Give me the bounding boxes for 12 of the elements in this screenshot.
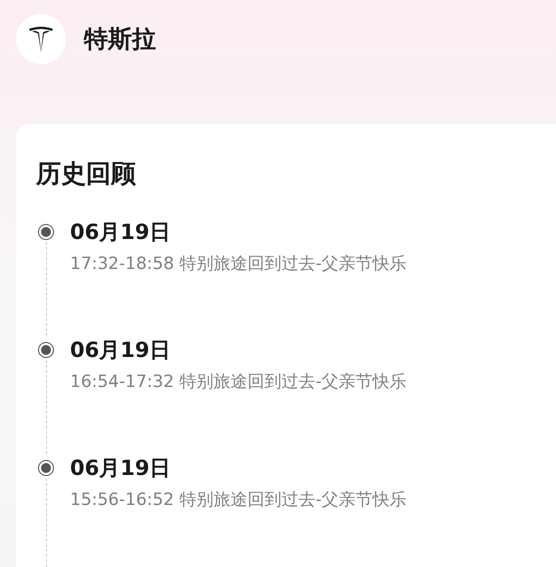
timeline-dot: [38, 460, 54, 476]
entry-date: 06月19日: [70, 219, 172, 246]
entry-detail: 16:54-17:32 特别旅途回到过去-父亲节快乐: [70, 371, 407, 394]
page-title: 特斯拉: [84, 24, 156, 55]
entry-detail: 17:32-18:58 特别旅途回到过去-父亲节快乐: [70, 253, 407, 276]
entry-date: 06月19日: [70, 337, 172, 364]
entry-detail: 15:56-16:52 特别旅途回到过去-父亲节快乐: [70, 489, 407, 512]
entry-date: 06月19日: [70, 455, 172, 482]
card-title: 历史回顾: [36, 158, 137, 190]
timeline-dot: [38, 342, 54, 358]
t-logo-icon: [28, 25, 54, 53]
timeline-dot: [38, 224, 54, 240]
